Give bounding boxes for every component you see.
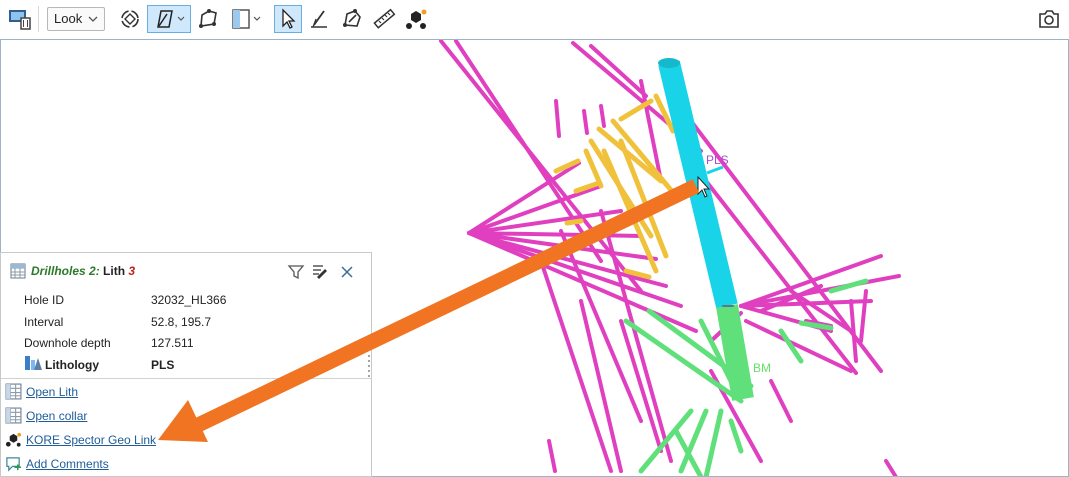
info-key: Lithology — [45, 358, 99, 372]
drillhole-trace[interactable] — [467, 231, 683, 308]
open-collar-link[interactable]: Open collar — [26, 409, 87, 423]
polyline-button[interactable] — [194, 5, 222, 33]
toolbar: Look — [0, 0, 1069, 38]
panel-table-index: 3 — [128, 264, 136, 278]
drillhole-segment[interactable] — [610, 118, 679, 199]
table-icon — [5, 407, 22, 424]
kore-spector-link[interactable]: KORE Spector Geo Link — [26, 433, 156, 447]
pencil-plane-icon — [157, 10, 173, 28]
drillhole-trace[interactable] — [589, 44, 648, 98]
drillhole-trace[interactable] — [884, 459, 898, 477]
edit-button[interactable] — [311, 263, 329, 281]
select-button[interactable] — [274, 5, 302, 33]
info-key: Downhole depth — [24, 336, 111, 350]
toolbar-separator — [38, 6, 39, 32]
drillhole-segment[interactable] — [564, 218, 584, 226]
panel-table-name: Lith — [103, 264, 126, 278]
resize-grip[interactable] — [367, 353, 371, 379]
panel-object-name: Drillholes 2: — [31, 264, 100, 278]
rotate-button[interactable] — [116, 5, 144, 33]
drillhole-trace[interactable] — [547, 439, 557, 473]
draw-button[interactable] — [147, 5, 191, 33]
ruler-icon — [373, 8, 396, 29]
comment-icon — [6, 457, 22, 472]
slice-button[interactable] — [226, 5, 266, 33]
drillhole-trace[interactable] — [467, 209, 623, 235]
rotate-icon — [121, 10, 139, 28]
funnel-icon — [287, 265, 305, 280]
chevron-down-icon — [253, 16, 261, 21]
screenshot-button[interactable] — [1035, 5, 1063, 33]
kore-icon — [406, 9, 427, 29]
filter-button[interactable] — [287, 263, 305, 281]
clear-scene-button[interactable] — [6, 5, 34, 33]
drillhole-trace[interactable] — [539, 259, 613, 473]
drillhole-segment[interactable] — [703, 408, 724, 477]
add-comments-link[interactable]: Add Comments — [26, 457, 109, 471]
close-icon — [341, 266, 353, 278]
info-key: Interval — [24, 315, 64, 329]
table-icon — [5, 383, 22, 400]
open-lith-link[interactable]: Open Lith — [26, 385, 78, 399]
drillhole-trace[interactable] — [554, 99, 561, 138]
slice-panel-icon — [232, 9, 250, 29]
drillhole-trace[interactable] — [769, 379, 793, 423]
info-key: Hole ID — [24, 293, 65, 307]
pls-label: PLS — [706, 153, 729, 167]
selection-info-panel: Drillholes 2: Lith 3 Hole ID 32032_HL366… — [0, 252, 372, 477]
panel-divider — [1, 378, 371, 379]
monitor-trash-icon — [9, 10, 31, 30]
kore-button[interactable] — [402, 5, 430, 33]
drillhole-trace[interactable] — [599, 104, 606, 128]
panel-header: Drillholes 2: Lith 3 — [1, 253, 371, 289]
table-icon — [10, 263, 26, 279]
polygon-button[interactable] — [338, 5, 366, 33]
draw-plane-button[interactable] — [305, 5, 333, 33]
drillhole-trace[interactable] — [859, 289, 868, 343]
view-mode-label: Look — [54, 11, 83, 26]
close-button[interactable] — [338, 263, 356, 281]
info-value: 32032_HL366 — [151, 293, 227, 307]
polyline-icon — [199, 9, 217, 28]
lithology-icon — [25, 356, 42, 370]
cursor-icon — [282, 8, 296, 29]
plane-pencil-icon — [311, 10, 327, 28]
measure-button[interactable] — [370, 5, 398, 33]
info-value: 52.8, 195.7 — [151, 315, 212, 329]
selected-hole-bm[interactable] — [716, 304, 754, 401]
kore-icon — [5, 432, 22, 447]
camera-icon — [1039, 10, 1059, 28]
info-value: 127.511 — [151, 336, 194, 350]
bm-label: BM — [753, 361, 771, 375]
view-mode-select[interactable]: Look — [47, 7, 105, 31]
drillhole-trace[interactable] — [582, 109, 589, 135]
polygon-edit-icon — [343, 9, 361, 27]
drillhole-trace[interactable] — [467, 231, 668, 288]
chevron-down-icon — [88, 16, 98, 22]
info-value: PLS — [151, 358, 175, 372]
edit-table-icon — [313, 265, 327, 279]
panel-title: Drillholes 2: Lith 3 — [31, 264, 135, 278]
chevron-down-icon — [177, 16, 185, 21]
